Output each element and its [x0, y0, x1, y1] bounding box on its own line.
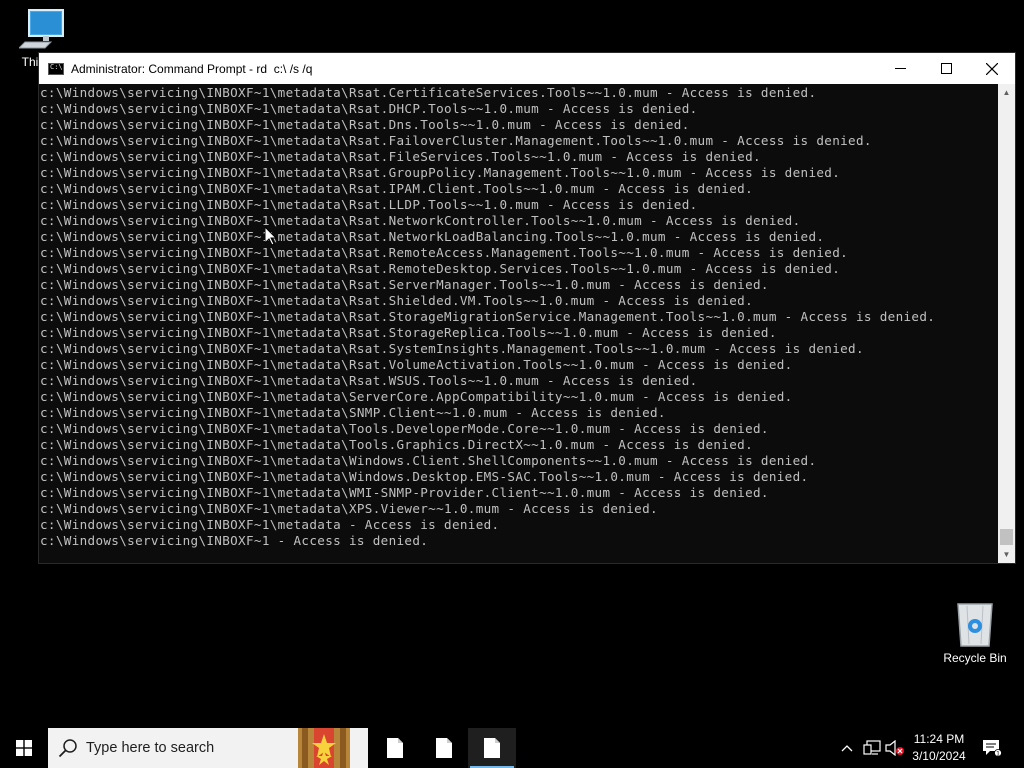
search-highlight-icon: [298, 728, 350, 768]
recycle-bin-label: Recycle Bin: [943, 651, 1007, 665]
console-line: c:\Windows\servicing\INBOXF~1\metadata -…: [40, 517, 500, 532]
console-line: c:\Windows\servicing\INBOXF~1\metadata\S…: [40, 405, 666, 420]
clock-date: 3/10/2024: [912, 749, 966, 763]
taskbar-app-command-prompt[interactable]: [468, 728, 516, 768]
console-line: c:\Windows\servicing\INBOXF~1\metadata\R…: [40, 229, 825, 244]
recycle-bin-icon: [957, 603, 993, 647]
network-tray-button[interactable]: [860, 728, 884, 768]
show-hidden-icons-button[interactable]: [838, 728, 856, 768]
minimize-icon: [894, 68, 906, 69]
chevron-up-icon: [841, 745, 853, 752]
start-button[interactable]: [0, 728, 48, 768]
console-line: c:\Windows\servicing\INBOXF~1\metadata\R…: [40, 245, 849, 260]
windows-logo-icon: [16, 740, 32, 756]
console-line: c:\Windows\servicing\INBOXF~1\metadata\R…: [40, 325, 777, 340]
console-line: c:\Windows\servicing\INBOXF~1\metadata\R…: [40, 357, 793, 372]
search-icon: [58, 739, 77, 758]
console-line: c:\Windows\servicing\INBOXF~1\metadata\R…: [40, 117, 690, 132]
taskbar-clock[interactable]: 11:24 PM 3/10/2024: [906, 731, 972, 765]
volume-tray-button[interactable]: [884, 728, 906, 768]
chevron-down-icon: ▼: [1002, 550, 1011, 559]
scrollbar-thumb[interactable]: [1000, 529, 1013, 545]
window-title: Administrator: Command Prompt - rd c:\ /…: [71, 61, 313, 76]
console-line: c:\Windows\servicing\INBOXF~1\metadata\W…: [40, 453, 817, 468]
console-line: c:\Windows\servicing\INBOXF~1\metadata\T…: [40, 437, 753, 452]
console-line: c:\Windows\servicing\INBOXF~1\metadata\R…: [40, 293, 753, 308]
console-line: c:\Windows\servicing\INBOXF~1\metadata\R…: [40, 181, 753, 196]
minimize-button[interactable]: [877, 53, 923, 84]
action-center-button[interactable]: 1: [980, 728, 1004, 768]
close-icon: [986, 62, 998, 75]
svg-text:1: 1: [996, 750, 1000, 757]
console-line: c:\Windows\servicing\INBOXF~1\metadata\R…: [40, 277, 769, 292]
console-line: c:\Windows\servicing\INBOXF~1\metadata\R…: [40, 197, 698, 212]
search-box[interactable]: Type here to search: [48, 728, 368, 768]
taskbar-app-file-2[interactable]: [420, 728, 468, 768]
console-line: c:\Windows\servicing\INBOXF~1\metadata\R…: [40, 373, 698, 388]
console-output[interactable]: c:\Windows\servicing\INBOXF~1\metadata\R…: [40, 84, 998, 563]
console-line: c:\Windows\servicing\INBOXF~1 - Access i…: [40, 533, 429, 548]
window-titlebar[interactable]: Administrator: Command Prompt - rd c:\ /…: [39, 53, 1015, 84]
command-prompt-icon: [48, 62, 64, 75]
console-line: c:\Windows\servicing\INBOXF~1\metadata\R…: [40, 213, 801, 228]
console-line: c:\Windows\servicing\INBOXF~1\metadata\R…: [40, 133, 872, 148]
computer-icon: [17, 9, 64, 49]
console-line: c:\Windows\servicing\INBOXF~1\metadata\W…: [40, 485, 769, 500]
console-line: c:\Windows\servicing\INBOXF~1\metadata\R…: [40, 309, 936, 324]
console-line: c:\Windows\servicing\INBOXF~1\metadata\R…: [40, 261, 841, 276]
console-line: c:\Windows\servicing\INBOXF~1\metadata\R…: [40, 149, 761, 164]
console-line: c:\Windows\servicing\INBOXF~1\metadata\T…: [40, 421, 769, 436]
chevron-up-icon: ▲: [1002, 88, 1011, 97]
scroll-up-button[interactable]: ▲: [998, 84, 1015, 101]
network-icon: [863, 740, 881, 755]
clock-time: 11:24 PM: [913, 732, 965, 746]
scroll-down-button[interactable]: ▼: [998, 546, 1015, 563]
notification-icon: 1: [983, 740, 1002, 757]
search-placeholder: Type here to search: [86, 740, 215, 756]
console-line: c:\Windows\servicing\INBOXF~1\metadata\X…: [40, 501, 658, 516]
console-line: c:\Windows\servicing\INBOXF~1\metadata\S…: [40, 389, 793, 404]
mouse-pointer-icon: [265, 227, 277, 246]
close-button[interactable]: [969, 53, 1015, 84]
taskbar-app-file-1[interactable]: [371, 728, 419, 768]
recycle-bin-desktop-icon[interactable]: Recycle Bin: [940, 600, 1010, 665]
file-icon: [436, 738, 452, 758]
file-icon: [484, 738, 500, 758]
file-icon: [387, 738, 403, 758]
console-line: c:\Windows\servicing\INBOXF~1\metadata\W…: [40, 469, 809, 484]
command-prompt-window[interactable]: Administrator: Command Prompt - rd c:\ /…: [38, 52, 1016, 564]
console-line: c:\Windows\servicing\INBOXF~1\metadata\R…: [40, 101, 698, 116]
console-line: c:\Windows\servicing\INBOXF~1\metadata\R…: [40, 341, 864, 356]
volume-muted-icon: [885, 740, 904, 756]
console-line: c:\Windows\servicing\INBOXF~1\metadata\R…: [40, 85, 817, 100]
console-line: c:\Windows\servicing\INBOXF~1\metadata\R…: [40, 165, 841, 180]
vertical-scrollbar[interactable]: ▲ ▼: [998, 84, 1015, 563]
maximize-icon: [940, 63, 952, 74]
maximize-button[interactable]: [923, 53, 969, 84]
taskbar: Type here to search 11:24 PM 3/10/2024 1: [0, 728, 1024, 768]
